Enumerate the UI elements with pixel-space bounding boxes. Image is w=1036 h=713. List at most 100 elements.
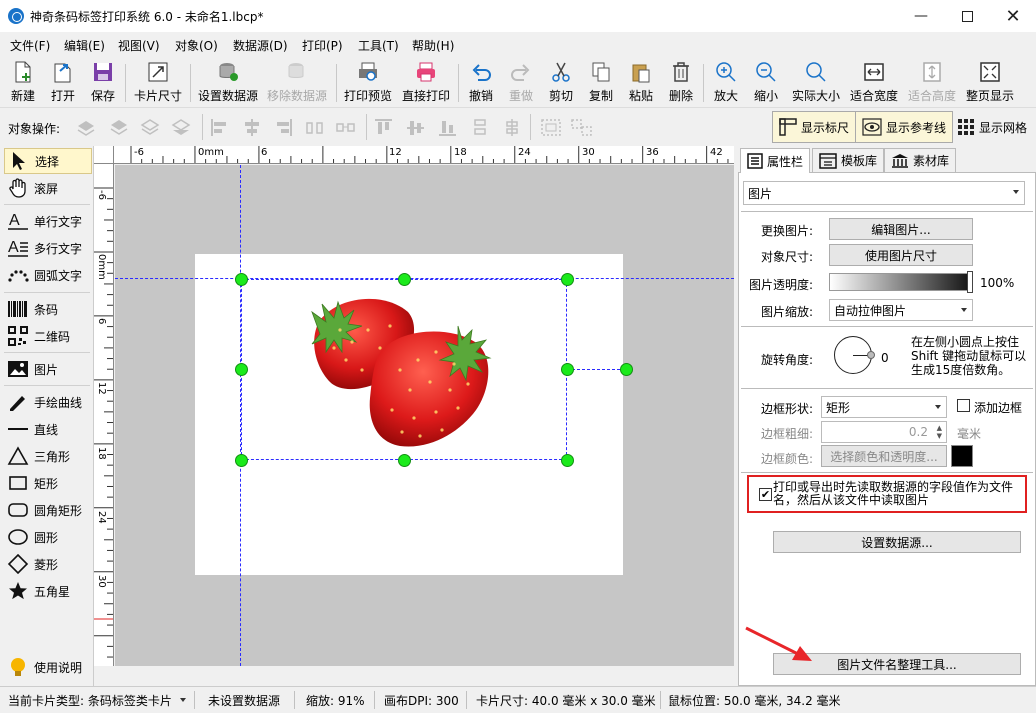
use-image-size-button[interactable]: 使用图片尺寸 <box>829 244 973 266</box>
image-scale-dropdown[interactable]: 自动拉伸图片 <box>829 299 973 321</box>
group-icon[interactable] <box>540 118 564 136</box>
direct-print-button[interactable]: 直接打印 <box>401 60 451 106</box>
fit-height-button[interactable]: 适合高度 <box>906 60 958 106</box>
border-shape-dropdown[interactable]: 矩形 <box>821 396 947 418</box>
print-preview-button[interactable]: 打印预览 <box>343 60 393 106</box>
close-button[interactable]: ✕ <box>990 0 1036 32</box>
fit-width-button[interactable]: 适合宽度 <box>848 60 900 106</box>
align-center-icon[interactable] <box>242 118 262 136</box>
tab-templates[interactable]: 模板库 <box>812 148 885 172</box>
cut-button[interactable]: 剪切 <box>546 60 576 106</box>
actual-size-button[interactable]: 实际大小 <box>789 60 843 106</box>
tool-qrcode[interactable]: 二维码 <box>4 323 92 349</box>
layer-up-icon[interactable] <box>109 118 129 136</box>
border-color-button[interactable]: 选择颜色和透明度... <box>821 445 947 467</box>
tool-select[interactable]: 选择 <box>4 148 92 174</box>
same-height-icon[interactable] <box>502 118 522 136</box>
menu-object[interactable]: 对象(O) <box>175 37 218 54</box>
tool-freehand[interactable]: 手绘曲线 <box>4 389 92 415</box>
tool-diamond[interactable]: 菱形 <box>4 551 92 577</box>
design-canvas[interactable] <box>115 165 734 666</box>
minimize-button[interactable]: — <box>898 0 944 32</box>
tool-scroll[interactable]: 滚屏 <box>4 175 92 201</box>
set-datasource-panel-button[interactable]: 设置数据源... <box>773 531 1021 553</box>
undo-button[interactable]: 撤销 <box>466 60 496 106</box>
zoom-out-button[interactable]: 缩小 <box>751 60 781 106</box>
menu-print[interactable]: 打印(P) <box>302 37 343 54</box>
add-border-checkbox[interactable] <box>957 399 970 412</box>
menu-edit[interactable]: 编辑(E) <box>64 37 105 54</box>
paste-button[interactable]: 粘贴 <box>626 60 656 106</box>
tool-single-text[interactable]: A 单行文字 <box>4 208 92 234</box>
resize-handle-bottom-right[interactable] <box>561 454 574 467</box>
same-width-icon[interactable] <box>470 118 490 136</box>
card-size-button[interactable]: 卡片尺寸 <box>132 60 184 106</box>
tool-image[interactable]: 图片 <box>4 356 92 382</box>
status-card-type[interactable]: 当前卡片类型: 条码标签类卡片 <box>8 692 172 709</box>
tool-line[interactable]: 直线 <box>4 416 92 442</box>
resize-handle-top-right[interactable] <box>561 273 574 286</box>
tool-multi-text[interactable]: A 多行文字 <box>4 235 92 261</box>
menu-tools[interactable]: 工具(T) <box>358 37 399 54</box>
card-size-icon <box>145 60 171 84</box>
edit-image-button[interactable]: 编辑图片... <box>829 218 973 240</box>
object-type-dropdown[interactable]: 图片 <box>743 181 1025 205</box>
resize-handle-right[interactable] <box>561 363 574 376</box>
open-button[interactable]: 打开 <box>48 60 78 106</box>
delete-button[interactable]: 删除 <box>666 60 696 106</box>
opacity-slider-thumb[interactable] <box>967 271 973 293</box>
align-bottom-icon[interactable] <box>438 118 458 136</box>
show-guides-toggle[interactable]: 显示参考线 <box>855 111 954 143</box>
redo-button[interactable]: 重做 <box>506 60 536 106</box>
rotation-dial-knob[interactable] <box>867 351 875 359</box>
tool-triangle[interactable]: 三角形 <box>4 443 92 469</box>
show-ruler-toggle[interactable]: 显示标尺 <box>772 111 857 143</box>
border-width-spinner[interactable]: 0.2 ▲ ▼ <box>821 421 947 443</box>
align-left-icon[interactable] <box>210 118 230 136</box>
rotation-handle[interactable] <box>620 363 633 376</box>
menu-file[interactable]: 文件(F) <box>10 37 50 54</box>
tool-rect[interactable]: 矩形 <box>4 470 92 496</box>
tab-materials[interactable]: 素材库 <box>884 148 957 172</box>
align-top-icon[interactable] <box>374 118 394 136</box>
fit-width-icon <box>861 60 887 84</box>
maximize-button[interactable] <box>944 0 990 32</box>
border-color-swatch[interactable] <box>951 445 973 467</box>
rotation-dial[interactable] <box>834 336 875 374</box>
tool-arc-text[interactable]: 圆弧文字 <box>4 262 92 288</box>
zoom-in-button[interactable]: 放大 <box>711 60 741 106</box>
tool-barcode[interactable]: 条码 <box>4 296 92 322</box>
tool-circle[interactable]: 圆形 <box>4 524 92 550</box>
new-button[interactable]: 新建 <box>8 60 38 106</box>
distribute-h-icon[interactable] <box>305 118 325 136</box>
read-from-datasource-checkbox[interactable]: ✔ <box>759 488 772 501</box>
tool-star[interactable]: 五角星 <box>4 578 92 604</box>
menu-view[interactable]: 视图(V) <box>118 37 160 54</box>
align-right-icon[interactable] <box>273 118 293 136</box>
opacity-slider[interactable] <box>829 273 973 291</box>
resize-handle-bottom[interactable] <box>398 454 411 467</box>
menu-help[interactable]: 帮助(H) <box>412 37 454 54</box>
distribute-v-icon[interactable] <box>336 118 356 136</box>
show-grid-toggle[interactable]: 显示网格 <box>950 111 1034 143</box>
resize-handle-top-left[interactable] <box>235 273 248 286</box>
strawberry-image[interactable] <box>290 290 518 450</box>
horizontal-scroll-area[interactable] <box>94 666 734 686</box>
copy-button[interactable]: 复制 <box>586 60 616 106</box>
align-middle-icon[interactable] <box>406 118 426 136</box>
remove-datasource-button[interactable]: 移除数据源 <box>266 60 328 106</box>
layer-bottom-icon[interactable] <box>171 118 191 136</box>
layer-down-icon[interactable] <box>140 118 160 136</box>
save-button[interactable]: 保存 <box>88 60 118 106</box>
set-datasource-button[interactable]: 设置数据源 <box>197 60 259 106</box>
resize-handle-left[interactable] <box>235 363 248 376</box>
tab-properties[interactable]: 属性栏 <box>740 148 811 173</box>
ungroup-icon[interactable] <box>570 118 594 136</box>
tool-help[interactable]: 使用说明 <box>4 654 92 680</box>
layer-top-icon[interactable] <box>76 118 96 136</box>
resize-handle-top[interactable] <box>398 273 411 286</box>
tool-roundrect[interactable]: 圆角矩形 <box>4 497 92 523</box>
full-page-button[interactable]: 整页显示 <box>964 60 1016 106</box>
menu-datasource[interactable]: 数据源(D) <box>233 37 288 54</box>
resize-handle-bottom-left[interactable] <box>235 454 248 467</box>
